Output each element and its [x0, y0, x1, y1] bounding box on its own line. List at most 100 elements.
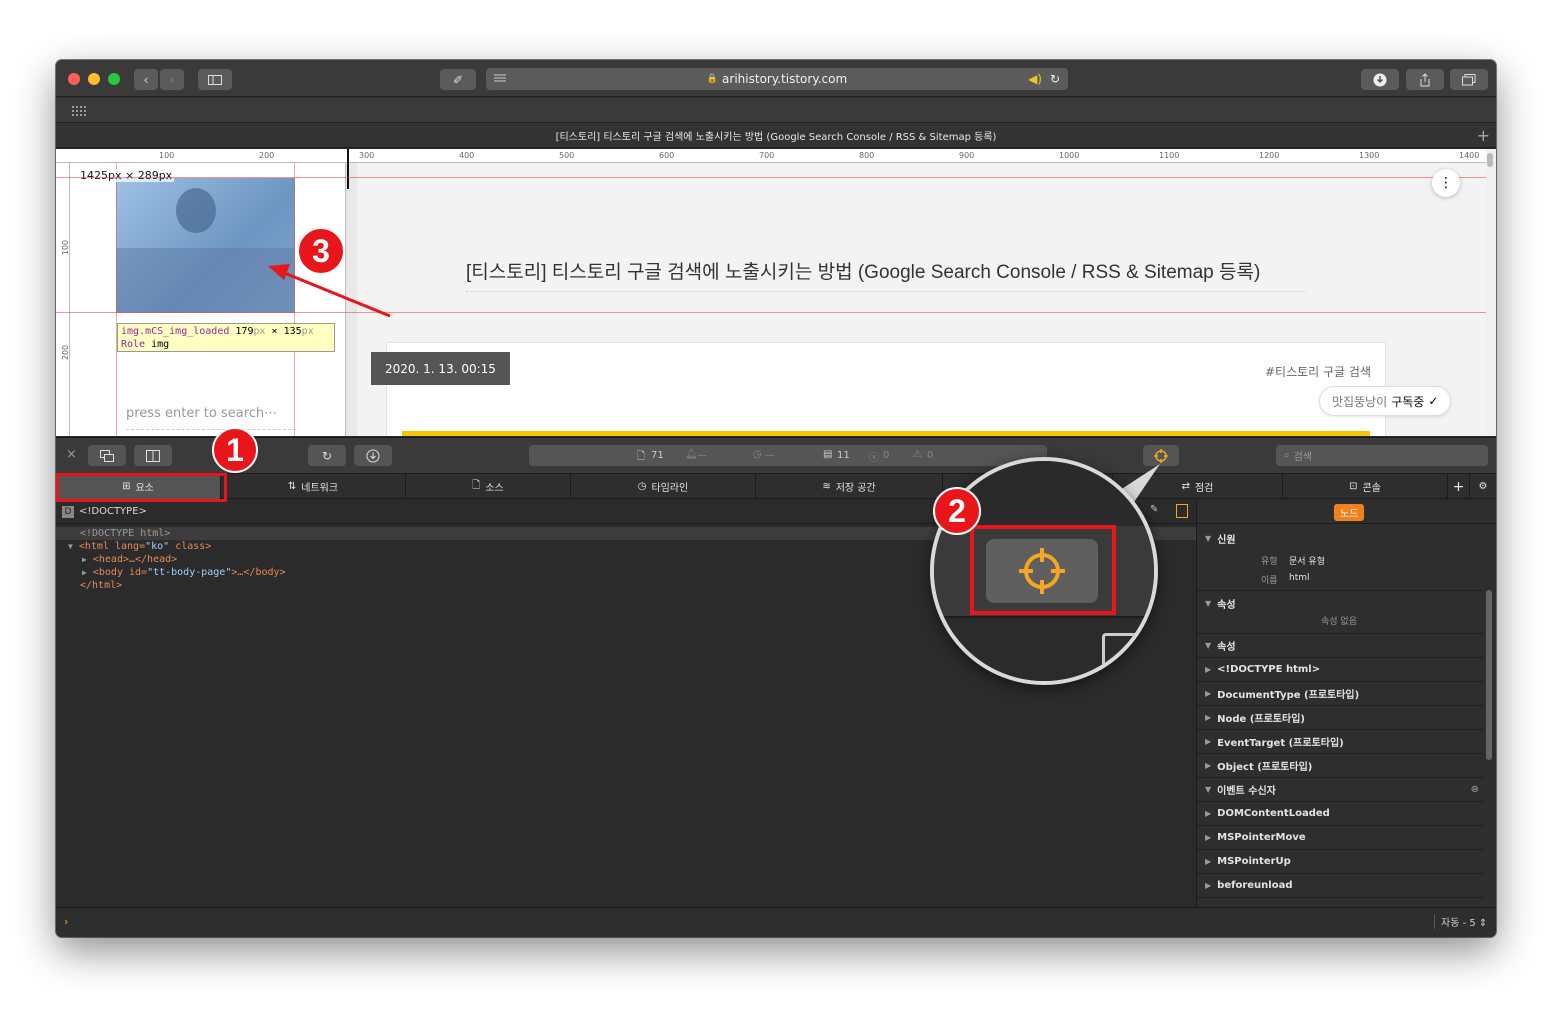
tab-title[interactable]: [티스토리] 티스토리 구글 검색에 노출시키는 방법 (Google Sear… [556, 128, 997, 143]
console-prompt-bar[interactable]: › 자동 - 5 ⇕ [56, 907, 1496, 937]
tab-sources[interactable]: 🗋 소스 [406, 474, 571, 499]
logs-count: 11 [837, 450, 850, 461]
zoom-window-button[interactable] [108, 73, 120, 85]
event-row[interactable]: ▶ MSPointerMove [1197, 826, 1483, 850]
tab-storage[interactable]: ≋ 저장 공간 [756, 474, 943, 499]
page-scrollbar[interactable] [1487, 153, 1493, 167]
tab-label: 네트워크 [301, 483, 339, 494]
add-tab-button[interactable]: + [1448, 474, 1470, 499]
new-tab-button[interactable]: + [1477, 126, 1490, 145]
dom-attr-value: "tt-body-page" [147, 567, 232, 578]
blog-search-placeholder[interactable]: press enter to search⋯ [126, 406, 277, 421]
dom-html-node[interactable]: ▼ <html lang="ko" class> [68, 540, 211, 553]
tab-label: 점검 [1194, 483, 1214, 494]
ruler-label: 100 [159, 151, 175, 160]
database-icon: ≋ [822, 481, 831, 492]
devtools-search-input[interactable]: ⌕ 검색 [1276, 445, 1488, 466]
event-label: beforeunload [1217, 880, 1293, 891]
downloads-button[interactable] [1361, 69, 1399, 90]
execution-context-select[interactable]: 자동 - 5 ⇕ [1434, 914, 1487, 929]
filter-icon[interactable]: ⊜ [1471, 784, 1479, 795]
doctype-icon: D [62, 505, 74, 518]
download-archive-button[interactable] [354, 445, 392, 466]
grid-icon[interactable] [72, 106, 86, 116]
property-row[interactable]: ▶ Object (프로토타입) [1197, 754, 1483, 778]
reload-icon[interactable]: ↻ [1050, 72, 1060, 86]
extension-button[interactable]: ✐ [440, 69, 476, 90]
section-label: 신원 [1217, 534, 1236, 546]
tab-network[interactable]: ⇅ 네트워크 [221, 474, 406, 499]
annotation-badge-2: 2 [933, 487, 981, 535]
breadcrumb-item[interactable]: <!DOCTYPE> [79, 506, 147, 517]
details-sidebar: 노드 ▼ 신원 유형 문서 유형 이름 html ▼ 속성 속성 없음 ▼ 속성 ▶ <… [1196, 500, 1496, 907]
address-bar[interactable]: 🔒 arihistory.tistory.com ◀) ↻ [486, 68, 1068, 90]
tab-timelines[interactable]: ◷ 타임라인 [571, 474, 756, 499]
share-button[interactable] [1406, 69, 1444, 90]
ruler-label: 200 [259, 151, 275, 160]
back-button[interactable]: ‹ [134, 69, 158, 90]
sidebar-scrollbar[interactable] [1486, 590, 1492, 760]
ruler-label: 900 [959, 151, 975, 160]
event-label: DOMContentLoaded [1217, 808, 1330, 819]
event-label: MSPointerUp [1217, 856, 1291, 867]
minimize-window-button[interactable] [88, 73, 100, 85]
close-devtools-icon[interactable]: × [66, 447, 77, 462]
tabs-icon [1462, 73, 1476, 85]
reload-page-button[interactable]: ↻ [308, 445, 346, 466]
sidebar-toggle-button[interactable] [198, 69, 232, 90]
subscribe-button[interactable]: 맛집뚱낭이 구독중 ✓ [1319, 386, 1452, 416]
ruler-label: 200 [61, 344, 71, 361]
kebab-icon: ⋮ [1439, 175, 1453, 191]
property-label: <!DOCTYPE html> [1217, 664, 1321, 675]
search-icon: ⌕ [1284, 450, 1290, 461]
tab-console[interactable]: ⊡ 콘솔 [1283, 474, 1448, 499]
ruler-label: 400 [459, 151, 475, 160]
section-event-listeners[interactable]: ▼ 이벤트 수신자 ⊜ [1197, 778, 1483, 802]
ruler-label: 1300 [1359, 151, 1380, 160]
audio-icon[interactable]: ◀) [1028, 72, 1042, 86]
event-row[interactable]: ▶ MSPointerUp [1197, 850, 1483, 874]
reload-icon: ↻ [321, 448, 333, 463]
ruler-label: 700 [759, 151, 775, 160]
resources-count: 71 [651, 450, 664, 461]
detach-button[interactable] [88, 445, 126, 466]
property-row[interactable]: ▶ EventTarget (프로토타입) [1197, 730, 1483, 754]
forward-button[interactable]: › [160, 69, 184, 90]
tooltip-role-value: img [151, 339, 170, 350]
download-icon [1373, 73, 1387, 86]
ruler-label: 300 [359, 151, 375, 160]
feather-icon: ✐ [452, 72, 464, 87]
hashtag[interactable]: #티스토리 구글 검색 [1265, 363, 1371, 380]
post-card: #티스토리 구글 검색 [386, 342, 1386, 436]
name-value: html [1289, 573, 1310, 583]
event-row[interactable]: ▶ beforeunload [1197, 874, 1483, 898]
section-properties[interactable]: ▼ 속성 [1197, 634, 1483, 658]
property-row[interactable]: ▶ <!DOCTYPE html> [1197, 658, 1483, 682]
property-row[interactable]: ▶ DocumentType (프로토타입) [1197, 682, 1483, 706]
log-icon: ▤ [823, 449, 833, 460]
property-label: Object (프로토타입) [1217, 762, 1313, 773]
type-label: 유형 [1261, 557, 1278, 567]
dock-side-icon [146, 449, 160, 462]
settings-button[interactable]: ⚙ [1470, 474, 1496, 499]
section-attributes[interactable]: ▼ 속성 [1197, 591, 1483, 615]
dock-side-button[interactable] [134, 445, 172, 466]
ruler-label: 1000 [1059, 151, 1080, 160]
dom-body-node[interactable]: ▶ <body id="tt-body-page">…</body> [82, 566, 286, 579]
section-identity[interactable]: ▼ 신원 [1197, 526, 1483, 550]
dom-head-node[interactable]: ▶ <head>…</head> [82, 553, 177, 566]
prompt-chevron-icon: › [64, 915, 69, 928]
browser-window: ‹ › ✐ 🔒 arihistory.tistory.com ◀) ↻ [티스토… [56, 60, 1496, 937]
event-row[interactable]: ▶ DOMContentLoaded [1197, 802, 1483, 826]
tab-node[interactable]: 노드 [1334, 504, 1365, 521]
document-icon: 🗋 [472, 480, 481, 491]
tabs-overview-button[interactable] [1450, 69, 1488, 90]
dom-doctype[interactable]: <!DOCTYPE html> [80, 527, 170, 540]
more-menu-button[interactable]: ⋮ [1432, 169, 1460, 197]
annotation-box-2 [970, 525, 1116, 615]
title-bar: ‹ › ✐ 🔒 arihistory.tistory.com ◀) ↻ [56, 60, 1496, 97]
dom-html-close[interactable]: </html> [80, 579, 122, 592]
close-window-button[interactable] [68, 73, 80, 85]
dom-tag: > [205, 541, 212, 552]
property-row[interactable]: ▶ Node (프로토타입) [1197, 706, 1483, 730]
